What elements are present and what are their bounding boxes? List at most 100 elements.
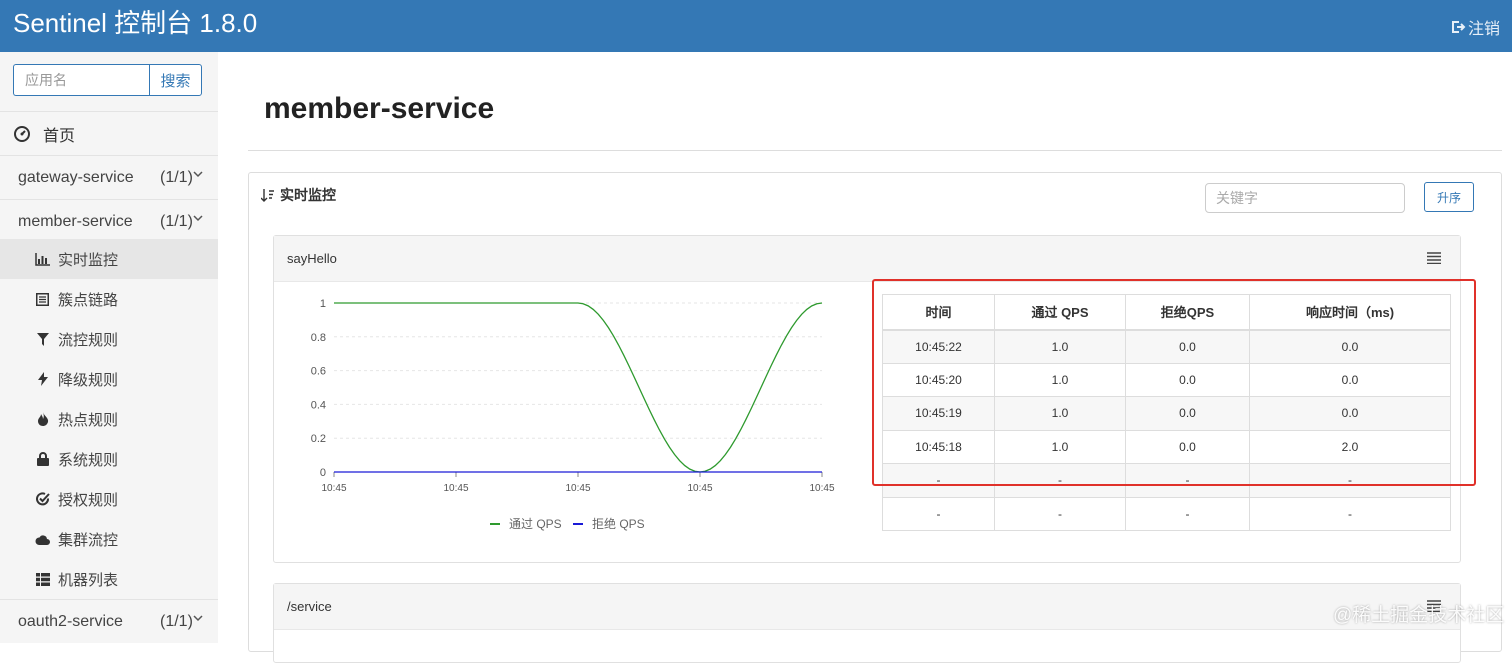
- series-line-0: [334, 302, 823, 473]
- sidebar-app-member-service[interactable]: member-service (1/1): [0, 199, 218, 243]
- sign-out-icon: [1451, 21, 1466, 33]
- brand-title[interactable]: Sentinel 控制台 1.8.0: [13, 6, 257, 40]
- sidebar-item-label: 实时监控: [58, 251, 119, 269]
- menu-icon[interactable]: [1427, 252, 1441, 264]
- resource-name: /service: [287, 599, 332, 614]
- resource-name: sayHello: [287, 251, 337, 266]
- resource-card-header: sayHello: [274, 236, 1460, 282]
- cell-time: -: [882, 463, 995, 498]
- table-row: 10:45:19 1.0 0.0 0.0: [882, 396, 1451, 431]
- sidebar-item-home[interactable]: 首页: [0, 111, 218, 155]
- x-tick-label: 10:45: [565, 483, 590, 494]
- cell-pass-qps: -: [994, 463, 1126, 498]
- x-tick-label: 10:45: [687, 483, 712, 494]
- app-instance-count: (1/1): [160, 168, 193, 186]
- cell-rt: 2.0: [1249, 429, 1451, 464]
- cell-block-qps: -: [1125, 496, 1250, 531]
- watermark: @稀土掘金技术社区: [1333, 605, 1505, 626]
- app-search-input[interactable]: [13, 64, 149, 96]
- y-tick-label: 0.2: [311, 433, 326, 445]
- cell-time: -: [882, 496, 995, 531]
- cell-time: 10:45:20: [882, 362, 995, 397]
- app-search-button[interactable]: 搜索: [149, 64, 202, 96]
- chevron-down-icon: [193, 215, 203, 222]
- cell-rt: -: [1249, 463, 1451, 498]
- panel-header: 实时监控: [261, 185, 336, 205]
- table-row: 10:45:22 1.0 0.0 0.0: [882, 329, 1451, 364]
- app-name: gateway-service: [18, 168, 134, 186]
- cell-pass-qps: 1.0: [994, 429, 1126, 464]
- sidebar-item-realtime-monitor[interactable]: 实时监控: [0, 239, 218, 279]
- cell-rt: 0.0: [1249, 329, 1451, 364]
- cell-pass-qps: -: [994, 496, 1126, 531]
- sidebar-app-oauth2-service[interactable]: oauth2-service (1/1): [0, 599, 218, 643]
- cell-time: 10:45:19: [882, 396, 995, 431]
- column-header-rt: 响应时间（ms): [1249, 294, 1451, 331]
- column-header-block-qps: 拒绝QPS: [1125, 294, 1250, 331]
- column-header-time: 时间: [882, 294, 995, 331]
- sidebar: 搜索 首页 gateway-service (1/1) member-servi…: [0, 52, 218, 643]
- cell-rt: 0.0: [1249, 396, 1451, 431]
- cell-rt: 0.0: [1249, 362, 1451, 397]
- logout-button[interactable]: 注销: [1450, 15, 1500, 39]
- cell-rt: -: [1249, 496, 1451, 531]
- app-search: 搜索: [13, 64, 202, 96]
- sidebar-item-hotspot-rules[interactable]: 热点规则: [0, 399, 218, 439]
- cell-block-qps: -: [1125, 463, 1250, 498]
- cell-pass-qps: 1.0: [994, 362, 1126, 397]
- y-tick-label: 1: [320, 298, 326, 310]
- resource-card-sayhello: sayHello 0 0.2 0.4 0.6 0.8 1 10:45 10:45 10:45 10…: [273, 235, 1461, 563]
- divider: [248, 150, 1502, 151]
- legend-label: 拒绝 QPS: [592, 516, 645, 531]
- sidebar-item-degrade-rules[interactable]: 降级规则: [0, 359, 218, 399]
- resource-card-service: /service: [273, 583, 1461, 663]
- panel-title: 实时监控: [280, 187, 336, 203]
- sidebar-item-label: 机器列表: [58, 571, 119, 589]
- top-bar: Sentinel 控制台 1.8.0 注销: [0, 0, 1512, 52]
- sidebar-item-label: 系统规则: [58, 451, 119, 469]
- x-tick-label: 10:45: [321, 483, 346, 494]
- sidebar-item-authority-rules[interactable]: 授权规则: [0, 479, 218, 519]
- sort-order-button[interactable]: 升序: [1424, 182, 1474, 212]
- x-tick-label: 10:45: [443, 483, 468, 494]
- sidebar-item-system-rules[interactable]: 系统规则: [0, 439, 218, 479]
- bolt-icon: [35, 372, 50, 387]
- cell-pass-qps: 1.0: [994, 329, 1126, 364]
- sidebar-item-label: 热点规则: [58, 411, 119, 429]
- app-name: oauth2-service: [18, 612, 123, 630]
- cell-time: 10:45:18: [882, 429, 995, 464]
- keyword-search-input[interactable]: [1205, 183, 1405, 213]
- cell-block-qps: 0.0: [1125, 329, 1250, 364]
- table-row: - - - -: [882, 463, 1451, 498]
- list-icon: [35, 292, 50, 307]
- bar-chart-icon: [35, 252, 50, 267]
- table-row: 10:45:20 1.0 0.0 0.0: [882, 362, 1451, 397]
- app-instance-count: (1/1): [160, 612, 193, 630]
- sidebar-app-gateway-service[interactable]: gateway-service (1/1): [0, 155, 218, 199]
- x-tick-label: 10:45: [809, 483, 834, 494]
- table-row: 10:45:18 1.0 0.0 2.0: [882, 429, 1451, 464]
- sidebar-item-cluster-flow[interactable]: 集群流控: [0, 519, 218, 559]
- check-circle-icon: [35, 492, 50, 507]
- sidebar-item-label: 流控规则: [58, 331, 119, 349]
- cell-block-qps: 0.0: [1125, 429, 1250, 464]
- realtime-monitor-panel: 实时监控 升序 sayHello 0 0.2 0.4 0.6 0.8 1 10:45 10:4…: [248, 172, 1502, 663]
- main-content: member-service 实时监控 升序 sayHello 00.20.40…: [218, 52, 1512, 663]
- table-header-row: 时间 通过 QPS 拒绝QPS 响应时间（ms): [882, 294, 1451, 331]
- qps-chart: 0 0.2 0.4 0.6 0.8 1 10:45 10:45 10:45 10:45 10:45 通…: [274, 282, 864, 562]
- table-icon: [35, 572, 50, 587]
- y-tick-label: 0.6: [311, 366, 326, 378]
- metrics-table: 时间 通过 QPS 拒绝QPS 响应时间（ms) 10:45:22 1.0 0.…: [882, 294, 1451, 531]
- page-title: member-service: [264, 92, 495, 125]
- sidebar-item-cluster-link[interactable]: 簇点链路: [0, 279, 218, 319]
- legend-label: 通过 QPS: [509, 517, 562, 531]
- qps-chart-svg: 0 0.2 0.4 0.6 0.8 1 10:45 10:45 10:45 10:45 10:45 通…: [311, 298, 835, 531]
- sidebar-item-label: 授权规则: [58, 491, 119, 509]
- sidebar-item-flow-rules[interactable]: 流控规则: [0, 319, 218, 359]
- fire-icon: [35, 412, 50, 427]
- dashboard-icon: [14, 125, 30, 142]
- sort-icon: [261, 188, 274, 202]
- y-tick-label: 0.8: [311, 332, 326, 344]
- sidebar-item-machine-list[interactable]: 机器列表: [0, 559, 218, 599]
- app-name: member-service: [18, 212, 133, 230]
